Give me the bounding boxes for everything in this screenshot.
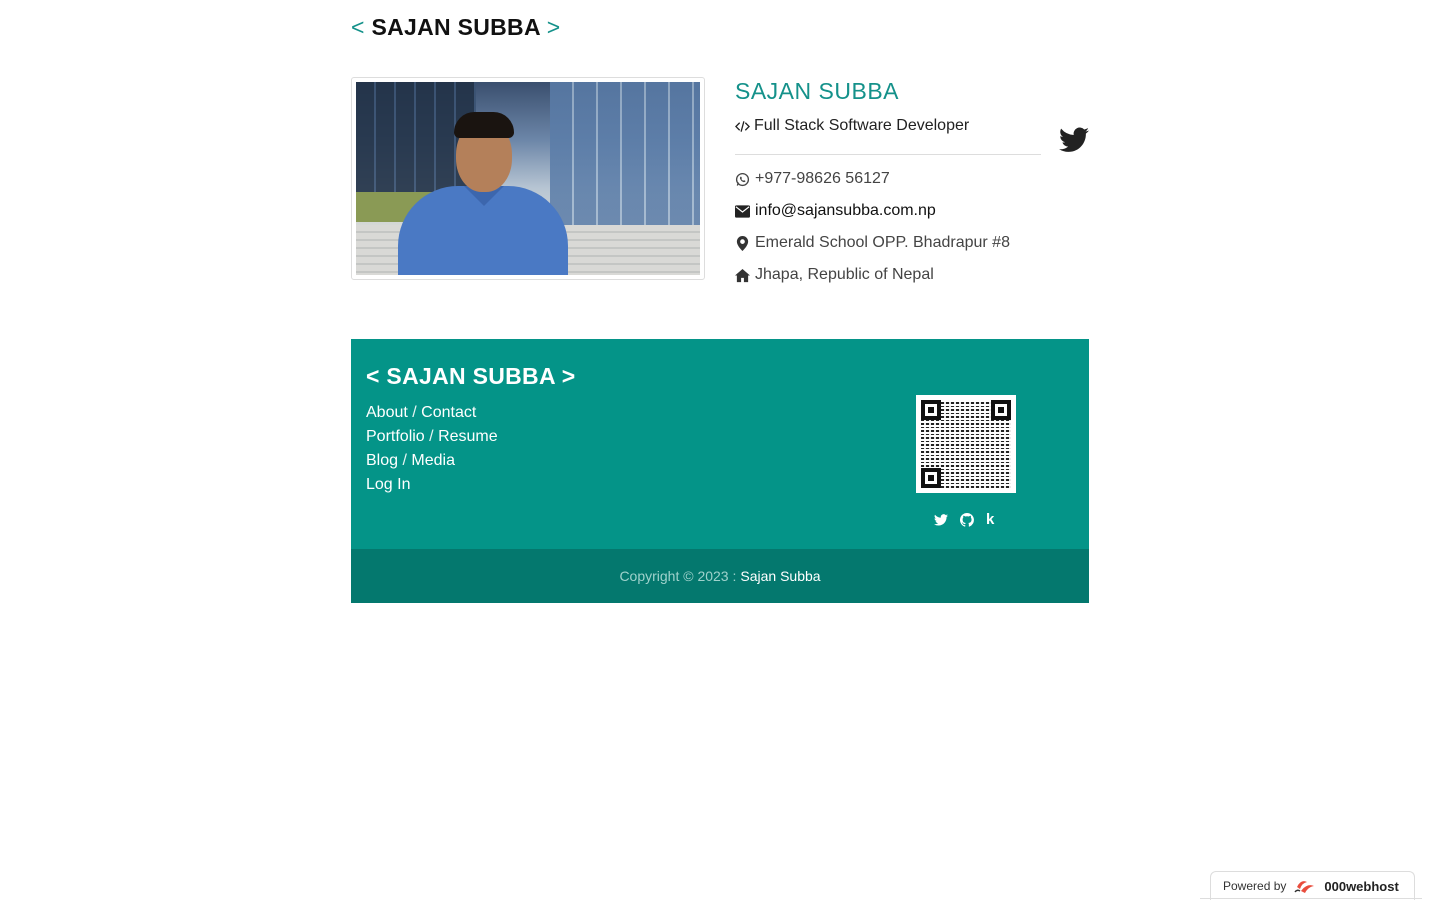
footer: < SAJAN SUBBA > About / Contact Portfoli… [351,339,1089,549]
qr-code [916,395,1016,493]
footer-link-resume[interactable]: Resume [438,428,498,445]
footer-link-row: Portfolio / Resume [366,425,498,449]
powered-badge-baseline [1200,898,1422,899]
twitter-icon[interactable] [1059,126,1089,154]
link-separator: / [402,452,407,469]
profile-divider [735,154,1041,155]
footer-link-row: Log In [366,473,498,497]
title-bracket-close: > [546,14,561,40]
title-bracket-open: < [351,14,365,40]
whatsapp-icon [735,172,750,186]
site-title[interactable]: < SAJAN SUBBA > [351,14,560,41]
envelope-icon [735,204,750,218]
link-separator: / [429,428,434,445]
profile-name: SAJAN SUBBA [735,78,899,104]
home-icon [735,268,750,282]
webhost-logo-icon [1294,881,1315,893]
powered-by-text: Powered by [1223,879,1287,893]
phone-row: +977-98626 56127 [735,170,890,188]
footer-title: < SAJAN SUBBA > [366,363,576,389]
code-icon [735,120,750,132]
copyright-bar: Copyright © 2023 : Sajan Subba [351,549,1089,603]
copyright-owner-link[interactable]: Sajan Subba [740,568,820,584]
footer-link-media[interactable]: Media [411,452,455,469]
profile-photo [356,82,700,275]
address-line2: Jhapa, Republic of Nepal [755,266,934,283]
copyright-text: Copyright © 2023 : [619,568,737,584]
address-row: Emerald School OPP. Bhadrapur #8 [735,234,1010,252]
footer-link-contact[interactable]: Contact [421,404,476,421]
footer-social-links: k [934,512,994,527]
phone-number: +977-98626 56127 [755,170,890,187]
footer-link-login[interactable]: Log In [366,476,410,493]
powered-by-brand: 000webhost [1324,878,1399,894]
footer-link-about[interactable]: About [366,404,408,421]
title-name: SAJAN SUBBA [371,14,541,40]
k-icon[interactable]: k [986,512,994,527]
footer-link-row: About / Contact [366,401,498,425]
footer-link-portfolio[interactable]: Portfolio [366,428,425,445]
twitter-icon[interactable] [934,513,948,527]
map-marker-icon [736,235,749,251]
home-row: Jhapa, Republic of Nepal [735,266,934,284]
powered-by-badge[interactable]: Powered by 000webhost [1210,871,1415,900]
profile-photo-frame [351,77,705,280]
email-link[interactable]: info@sajansubba.com.np [755,202,936,220]
github-icon[interactable] [960,513,974,527]
job-title: Full Stack Software Developer [754,117,970,134]
job-title-row: Full Stack Software Developer [735,117,969,135]
link-separator: / [412,404,417,421]
email-row: info@sajansubba.com.np [735,202,936,220]
address-line1: Emerald School OPP. Bhadrapur #8 [755,234,1010,251]
footer-link-row: Blog / Media [366,449,498,473]
footer-link-blog[interactable]: Blog [366,452,398,469]
footer-links: About / Contact Portfolio / Resume Blog … [366,401,498,497]
